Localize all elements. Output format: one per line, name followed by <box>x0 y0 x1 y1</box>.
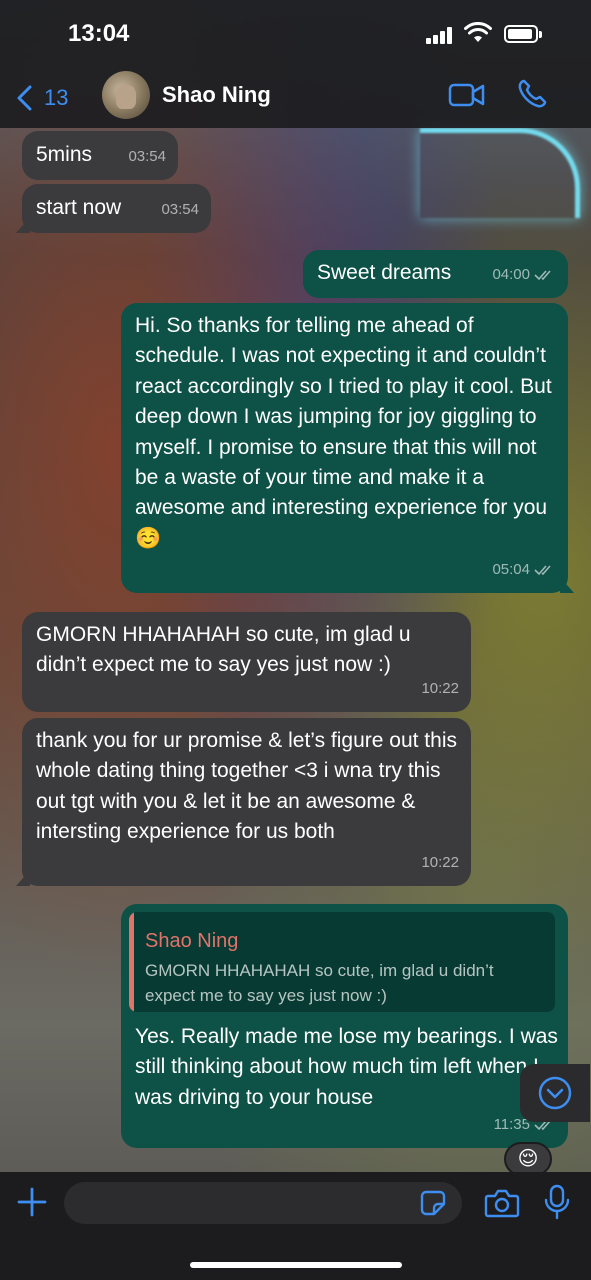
chat-header: 13 Shao Ning <box>0 70 591 128</box>
message-bubble-incoming[interactable]: 5mins 03:54 <box>22 131 178 180</box>
scroll-to-bottom-button[interactable] <box>520 1064 590 1122</box>
quoted-message[interactable]: Shao Ning GMORN HHAHAHAH so cute, im gla… <box>129 912 555 1012</box>
message-text: GMORN HHAHAHAH so cute, im glad u didn’t… <box>36 623 417 677</box>
status-bar: 13:04 <box>0 0 591 70</box>
message-bubble-outgoing[interactable]: Hi. So thanks for telling me ahead of sc… <box>121 303 574 593</box>
message-timestamp: 10:22 <box>421 679 459 697</box>
quoted-sender-name: Shao Ning <box>145 930 239 952</box>
neon-sign-decoration <box>420 128 580 218</box>
message-bubble-outgoing-reply[interactable]: Shao Ning GMORN HHAHAHAH so cute, im gla… <box>121 904 568 1148</box>
message-text: Sweet dreams <box>317 261 452 284</box>
quote-accent-bar <box>129 912 134 1012</box>
phone-icon[interactable] <box>516 78 548 110</box>
message-bubble-outgoing[interactable]: Sweet dreams 04:00 <box>303 250 568 298</box>
contact-name[interactable]: Shao Ning <box>162 82 271 108</box>
status-time: 13:04 <box>68 20 130 47</box>
unread-chats-count: 13 <box>44 85 69 110</box>
message-timestamp: 03:54 <box>161 200 199 218</box>
message-text: thank you for ur promise & let’s figure … <box>36 729 463 844</box>
message-text: 5mins <box>36 143 93 166</box>
message-timestamp: 04:00 <box>492 265 530 283</box>
sticker-icon[interactable] <box>420 1190 446 1216</box>
cellular-signal-icon <box>426 26 452 44</box>
message-bubble-incoming[interactable]: GMORN HHAHAHAH so cute, im glad u didn’t… <box>22 612 471 712</box>
double-check-icon <box>534 270 551 280</box>
message-text: start now <box>36 196 122 219</box>
message-timestamp: 10:22 <box>421 853 459 871</box>
back-button[interactable]: 13 <box>14 80 84 116</box>
message-bubble-incoming[interactable]: thank you for ur promise & let’s figure … <box>16 718 471 886</box>
contact-avatar[interactable] <box>102 71 150 119</box>
message-status: 04:00 <box>492 260 556 290</box>
home-indicator[interactable] <box>190 1262 402 1268</box>
chevron-left-icon <box>17 85 32 111</box>
chevron-down-circle-icon <box>538 1076 572 1110</box>
quoted-text: GMORN HHAHAHAH so cute, im glad u didn’t… <box>145 961 494 1005</box>
message-reaction[interactable]: 😌 <box>504 1142 552 1176</box>
message-timestamp: 05:04 <box>492 560 530 578</box>
message-text: Hi. So thanks for telling me ahead of sc… <box>135 314 558 550</box>
plus-icon[interactable] <box>16 1186 48 1218</box>
message-timestamp: 03:54 <box>128 147 166 165</box>
message-bubble-incoming[interactable]: start now 03:54 <box>16 184 211 233</box>
battery-icon <box>504 25 542 43</box>
microphone-icon[interactable] <box>544 1184 570 1220</box>
camera-icon[interactable] <box>484 1188 520 1218</box>
message-text: Yes. Really made me lose my bearings. I … <box>135 1025 558 1109</box>
double-check-icon <box>534 565 551 575</box>
wifi-icon <box>464 22 492 42</box>
video-camera-icon[interactable] <box>448 80 486 110</box>
message-status: 05:04 <box>492 555 556 585</box>
message-input[interactable] <box>64 1182 462 1224</box>
